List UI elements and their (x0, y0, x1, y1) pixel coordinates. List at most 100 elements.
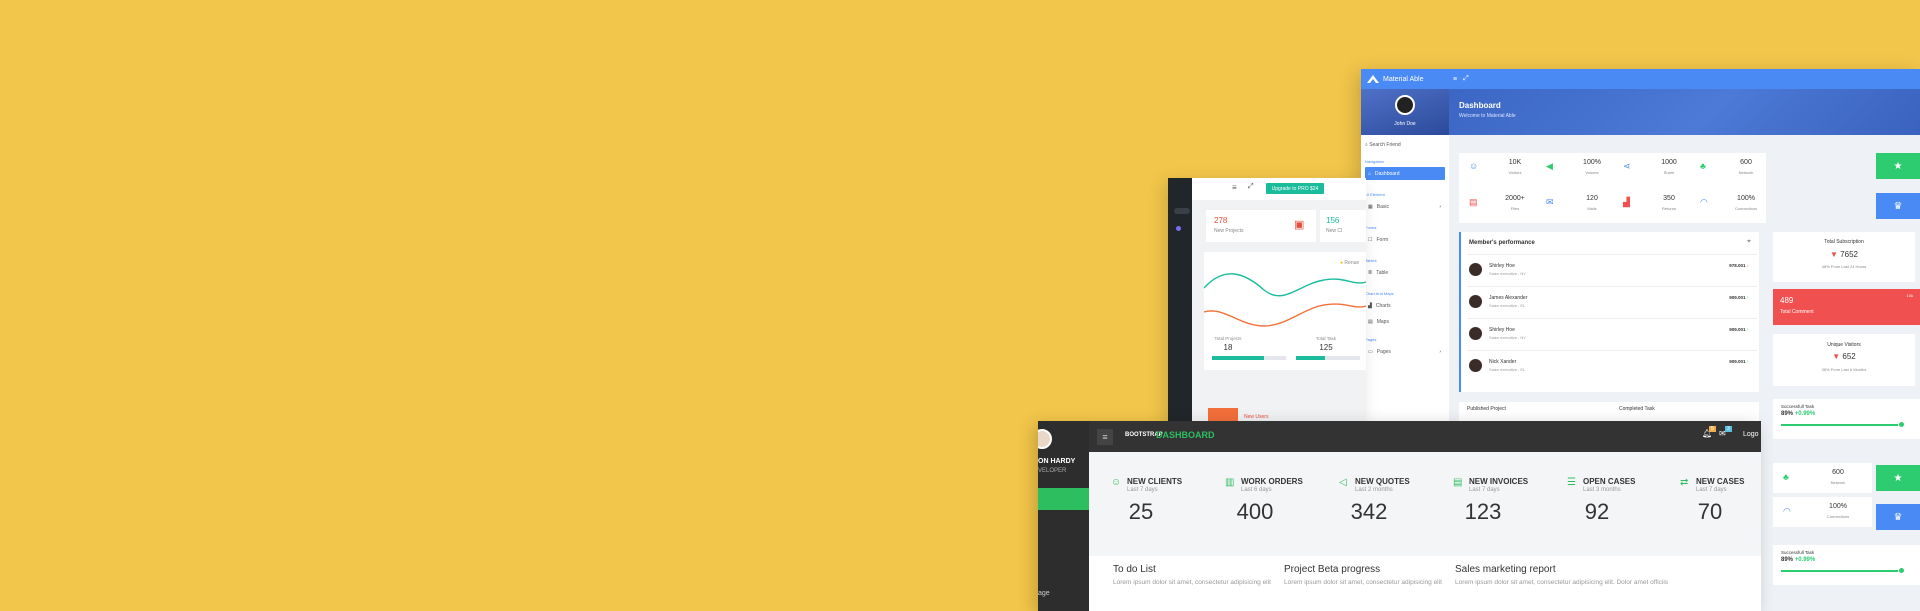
sidebar-item-label: Pages (1376, 348, 1391, 355)
score-value: 909.001 (1729, 359, 1746, 364)
home-icon: ⌂ (1368, 170, 1372, 177)
task-percent: 89% +0.99% (1781, 411, 1815, 417)
card-title: Total Subscription (1824, 239, 1864, 245)
progress-fill (1296, 356, 1325, 360)
stat-value: 100% (1829, 503, 1847, 510)
stat-value: 600 (1740, 159, 1752, 166)
sidebar-item-active[interactable] (1038, 488, 1089, 510)
stat-visitors: ☺ 10K Visitors (1459, 153, 1531, 185)
progress-fill (1212, 356, 1264, 360)
logout-link[interactable]: Logo (1743, 431, 1759, 438)
series-line-orange (1204, 303, 1366, 327)
comment-badge: 10k (1906, 293, 1913, 298)
sidebar-item-pages[interactable]: ▭ Pages › (1365, 345, 1445, 358)
sidebar-item-basic[interactable]: ▦ Basic › (1365, 200, 1445, 213)
chevron-right-icon: › (1439, 348, 1441, 355)
stat-value: 10K (1508, 159, 1522, 166)
stat-value: 600 (1832, 469, 1844, 476)
sidebar-search[interactable] (1174, 208, 1190, 214)
score-value: 909.001 (1729, 327, 1746, 332)
stat-value: 100% (1583, 159, 1601, 166)
sidebar-item-label[interactable]: age (1038, 590, 1050, 597)
star-icon: ★ (1893, 472, 1903, 484)
brand[interactable]: Material Able (1367, 75, 1447, 83)
stat-volume: ◀ 100% Volume (1536, 153, 1608, 185)
nav-caption-tables: Tables (1365, 258, 1377, 263)
stat-returns: ▟ 350 Returns (1613, 189, 1685, 221)
invoice-icon: ▤ (1453, 477, 1463, 488)
trash-icon: ▥ (1225, 477, 1235, 488)
slider-handle[interactable] (1898, 567, 1905, 574)
panel-title: To do List (1113, 564, 1156, 575)
map-icon: ▤ (1368, 318, 1373, 325)
member-score: 909.001 ↑ (1729, 327, 1749, 332)
metric-title: OPEN CASES (1583, 477, 1636, 486)
arrow-down-icon: ↓ (1746, 263, 1749, 268)
list-item[interactable]: Shirley Hoe Sales executive , NY 909.001 ↑ (1467, 318, 1757, 348)
arrow-up-icon: ↑ (1746, 359, 1749, 364)
metric-subtitle: Last 7 days (1469, 487, 1500, 493)
pin-icon[interactable]: ⌖ (1747, 238, 1751, 246)
card-title: Unique Visitors (1827, 342, 1861, 348)
trophy-button-2[interactable]: ♛ (1876, 504, 1920, 530)
metric-title: NEW INVOICES (1469, 477, 1529, 486)
sidebar-item-charts[interactable]: ▟ Charts (1365, 299, 1445, 312)
sidebar-item-table[interactable]: ≣ Table (1365, 266, 1445, 279)
stat-label: Volume (1585, 170, 1599, 175)
metric-new-cases: ⇄ NEW CASES Last 7 days 70 (1680, 477, 1761, 537)
menu-icon[interactable]: ≡ (1453, 76, 1457, 83)
menu-button[interactable]: ≡ (1097, 429, 1113, 445)
sidebar-item-maps[interactable]: ▤ Maps (1365, 315, 1445, 328)
megaphone-icon: ◁ (1339, 477, 1347, 488)
user-role: VELOPER (1038, 468, 1067, 474)
nav-caption-navigation: Navigation (1365, 159, 1384, 164)
total-comment-card: 489 Total Comment 10k (1773, 289, 1920, 325)
avatar[interactable] (1395, 95, 1415, 115)
arrow-down-icon: ▼ (1830, 250, 1838, 259)
new-projects-card: 278 New Projects ▣ (1206, 210, 1316, 242)
menu-icon[interactable]: ≡ (1232, 183, 1237, 192)
stat-label: Network (1738, 170, 1754, 175)
brand-name: Material Able (1383, 75, 1424, 83)
avatar (1469, 327, 1482, 340)
list-item[interactable]: Nick Xander Sales executive , EL 909.001 ↑ (1467, 350, 1757, 380)
stat-label: Mails (1587, 206, 1597, 211)
total-label: Total Task (1316, 336, 1336, 341)
sidebar-item-dashboard[interactable]: ⌂ Dashboard (1365, 167, 1445, 180)
wifi-icon: ◠ (1783, 506, 1791, 516)
user-name[interactable]: John Doe (1361, 121, 1449, 127)
stat-mails: ✉ 120 Mails (1536, 189, 1608, 221)
fullscreen-icon[interactable]: ⤢ (1463, 75, 1469, 83)
mail-icon: ✉ (1546, 197, 1554, 207)
kpi-value: 278 (1214, 216, 1228, 225)
metric-title: NEW CASES (1696, 477, 1745, 486)
published-project-label: Published Project (1467, 406, 1506, 412)
page-header: Dashboard Welcome to Material Able (1449, 89, 1920, 135)
upgrade-button[interactable]: Upgrade to PRO $24 (1266, 183, 1324, 194)
list-item[interactable]: James Alexander Sales executive , EL 909.0… (1467, 286, 1757, 316)
star-button-2[interactable]: ★ (1876, 465, 1920, 491)
fullscreen-icon[interactable]: ⤢ (1248, 183, 1254, 191)
user-icon: ☺ (1111, 477, 1122, 488)
percent-delta: +0.99% (1794, 411, 1816, 417)
member-score: 978.001 ↓ (1729, 263, 1749, 268)
slider-handle[interactable] (1898, 421, 1905, 428)
metric-value: 342 (1350, 499, 1388, 524)
avatar (1469, 359, 1482, 372)
logo-big: DASHBOARD (1156, 430, 1215, 440)
sidebar-item-form[interactable]: ☐ Form (1365, 233, 1445, 246)
notification-badge: 5 (1709, 426, 1716, 432)
user-name: ON HARDY (1038, 458, 1076, 465)
nav-caption-ui: UI Element (1365, 192, 1385, 197)
value-text: 652 (1842, 352, 1856, 361)
avatar[interactable] (1038, 429, 1052, 449)
star-button[interactable]: ★ (1876, 153, 1920, 179)
metric-subtitle: Last 2 months (1355, 487, 1393, 493)
trophy-button[interactable]: ♛ (1876, 193, 1920, 219)
search-friend[interactable]: ⌕ Search Friend (1365, 142, 1401, 148)
series-line-teal (1204, 273, 1366, 297)
completed-task-label: Completed Task (1619, 406, 1655, 412)
list-item[interactable]: Shirley Hoe Sales executive , NY 978.001 ↓ (1467, 254, 1757, 284)
panel-text: Lorem ipsum dolor sit amet, consectetur … (1455, 579, 1669, 586)
sidebar-item-label: Dashboard (1375, 170, 1400, 177)
